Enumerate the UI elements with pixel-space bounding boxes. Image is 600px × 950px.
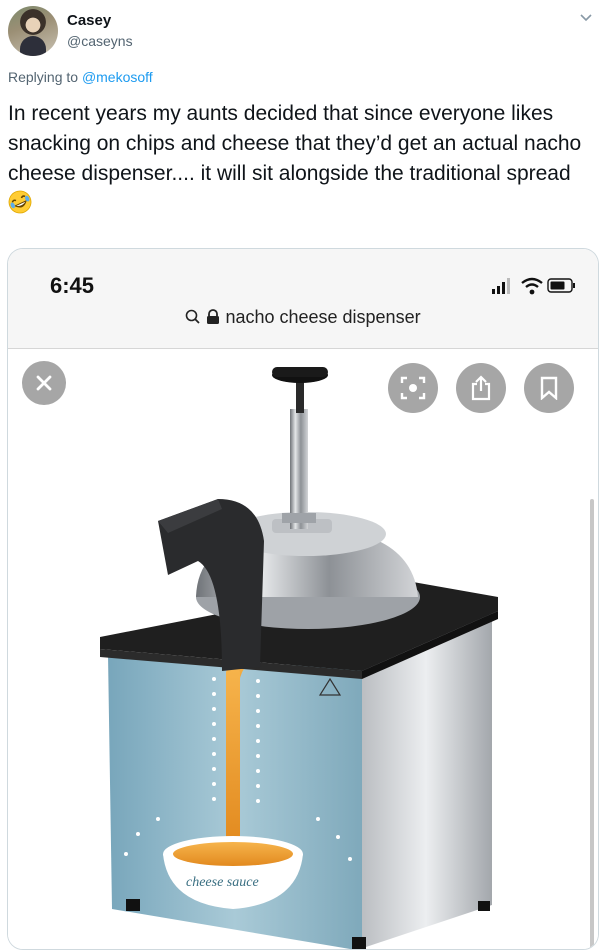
replying-prefix: Replying to (8, 69, 79, 85)
close-button[interactable] (22, 361, 66, 405)
wifi-icon (521, 277, 543, 295)
bookmark-button[interactable] (524, 363, 574, 413)
status-time: 6:45 (50, 273, 95, 298)
search-bar[interactable]: nacho cheese dispenser (8, 307, 598, 328)
lock-icon (207, 309, 220, 324)
share-button[interactable] (456, 363, 506, 413)
author-name[interactable]: Casey (67, 12, 111, 29)
battery-icon (547, 278, 575, 293)
author-handle[interactable]: @caseyns (67, 33, 133, 49)
search-icon (186, 309, 201, 324)
close-icon (36, 375, 52, 391)
mention-link[interactable]: @mekosoff (82, 69, 153, 85)
nacho-cheese-dispenser-image: cheese sauce (100, 367, 498, 949)
embedded-screenshot[interactable]: 6:45 nacho cheese dispenser cheese sauce (7, 248, 599, 950)
product-image: cheese sauce (8, 349, 598, 949)
visual-search-icon (400, 376, 426, 400)
product-label: cheese sauce (186, 875, 259, 890)
tweet-body: In recent years my aunts decided that si… (8, 102, 582, 185)
scrollbar[interactable] (590, 499, 594, 949)
visual-search-button[interactable] (388, 363, 438, 413)
replying-to: Replying to @mekosoff (8, 69, 153, 85)
signal-icon (492, 278, 510, 294)
phone-status-area: 6:45 nacho cheese dispenser (8, 249, 598, 349)
bookmark-icon (540, 376, 558, 400)
avatar[interactable] (8, 6, 58, 56)
rolling-on-floor-laughing-emoji-icon (8, 190, 32, 214)
tweet-text: In recent years my aunts decided that si… (8, 99, 588, 219)
share-icon (471, 375, 491, 401)
search-query: nacho cheese dispenser (225, 307, 421, 327)
chevron-down-icon[interactable] (580, 12, 592, 24)
status-icons (492, 277, 575, 295)
